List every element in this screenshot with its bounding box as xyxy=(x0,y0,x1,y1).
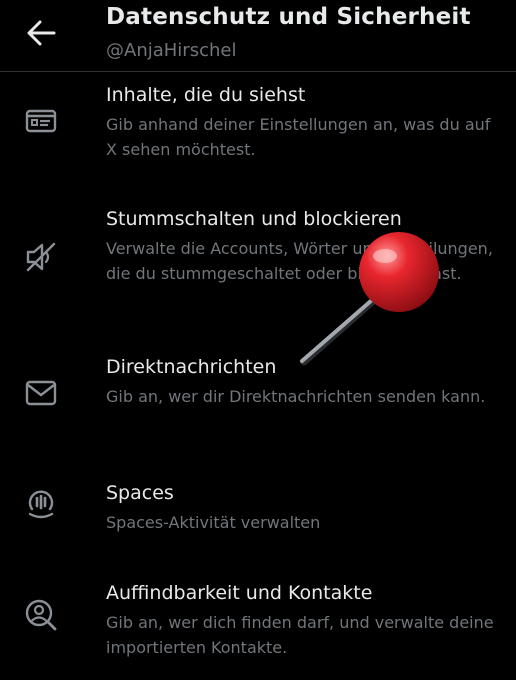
settings-item-description: Gib an, wer dich finden darf, und verwal… xyxy=(106,613,494,657)
muted-speaker-icon xyxy=(24,240,58,274)
settings-item-title: Direktnachrichten xyxy=(106,356,277,378)
settings-item-title: Inhalte, die du siehst xyxy=(106,84,306,106)
settings-item-direct-messages[interactable]: Direktnachrichten Gib an, wer dir Direkt… xyxy=(0,356,516,436)
settings-item-description: Gib an, wer dir Direktnachrichten senden… xyxy=(106,387,486,406)
top-bar: Datenschutz und Sicherheit @AnjaHirschel xyxy=(0,0,516,72)
account-handle: @AnjaHirschel xyxy=(106,40,237,61)
settings-item-content-you-see[interactable]: Inhalte, die du siehst Gib anhand deiner… xyxy=(0,84,516,164)
settings-item-spaces[interactable]: Spaces Spaces-Aktivität verwalten xyxy=(0,482,516,538)
back-arrow-icon[interactable] xyxy=(24,18,58,48)
envelope-icon xyxy=(24,376,58,410)
settings-item-description: Spaces-Aktivität verwalten xyxy=(106,513,321,532)
settings-item-description: Verwalte die Accounts, Wörter und Mittei… xyxy=(106,239,493,283)
discoverability-icon xyxy=(24,598,58,632)
page-title: Datenschutz und Sicherheit xyxy=(106,4,471,30)
settings-item-discoverability[interactable]: Auffindbarkeit und Kontakte Gib an, wer … xyxy=(0,582,516,662)
settings-item-title: Spaces xyxy=(106,482,174,504)
settings-item-title: Stummschalten und blockieren xyxy=(106,208,402,230)
settings-item-title: Auffindbarkeit und Kontakte xyxy=(106,582,373,604)
settings-item-description: Gib anhand deiner Einstellungen an, was … xyxy=(106,115,491,159)
spaces-icon xyxy=(24,486,58,520)
content-preferences-icon xyxy=(24,104,58,138)
settings-item-mute-block[interactable]: Stummschalten und blockieren Verwalte di… xyxy=(0,208,516,312)
